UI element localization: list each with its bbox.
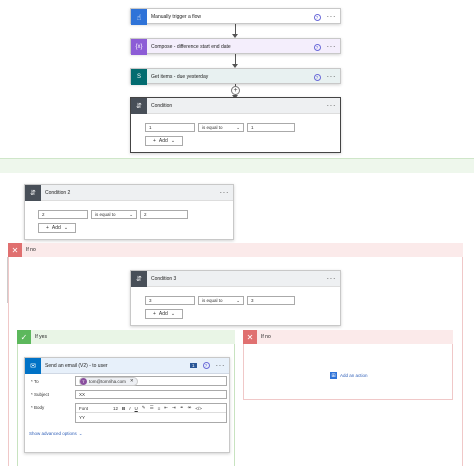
link-icon[interactable]: ⚭ (180, 405, 184, 411)
bullet-list-icon[interactable]: ☰ (150, 405, 154, 411)
body-value: YY (79, 415, 86, 420)
add-button[interactable]: + Add ⌄ (145, 136, 183, 146)
font-select[interactable]: Font (79, 406, 109, 411)
compose-title: Compose - difference start end date (151, 44, 231, 50)
add-action-icon: ⊞ (330, 372, 337, 379)
condition-icon: ⇵ (25, 184, 41, 201)
more-options-icon[interactable]: ··· (327, 43, 337, 51)
font-size-select[interactable]: 12 (113, 406, 118, 411)
condition-2-card[interactable]: ⇵ Condition 2 ··· 2 is equal to ⌄ 2 + Add… (24, 184, 234, 240)
check-icon: ✓ (17, 330, 31, 344)
to-label: * To (31, 379, 39, 384)
condition-icon: ⇵ (131, 97, 147, 114)
plus-icon: + (152, 138, 156, 144)
braces-icon: {x} (131, 39, 147, 55)
trigger-card[interactable]: ☝ Manually trigger a flow ? ··· (130, 8, 341, 25)
chevron-down-icon: ⌄ (170, 138, 176, 144)
body-label: * Body (31, 405, 45, 410)
outer-yes-area (0, 159, 474, 173)
hand-pointer-icon: ☝ (131, 9, 147, 25)
add-action-link[interactable]: ⊞ Add an action (330, 372, 368, 379)
outer-if-no-header[interactable]: ✕ If no (8, 243, 463, 257)
show-advanced-options-link[interactable]: Show advanced options ⌄ (29, 431, 83, 437)
plus-icon: + (45, 225, 49, 231)
pen-icon[interactable]: ✎ (142, 405, 146, 411)
add-action-label: Add an action (340, 373, 368, 378)
inner-if-no-label: If no (261, 334, 271, 340)
close-icon: ✕ (243, 330, 257, 344)
get-items-card[interactable]: S Get items - due yesterday ? ··· (130, 68, 341, 85)
info-badge[interactable]: 1 (189, 363, 197, 368)
more-options-icon[interactable]: ··· (327, 13, 337, 21)
unlink-icon[interactable]: ⚮ (188, 405, 192, 411)
condition-2-right-operand[interactable]: 2 (140, 210, 188, 219)
condition-2-left-operand[interactable]: 2 (38, 210, 88, 219)
more-options-icon[interactable]: ··· (216, 361, 226, 370)
condition-card[interactable]: ⇵ Condition ··· 1 is equal to ⌄ 1 + Add ⌄ (130, 97, 341, 153)
avatar: T (80, 377, 87, 385)
chevron-down-icon: ⌄ (236, 124, 240, 130)
send-email-title: Send an email (V2) - to user (45, 362, 108, 369)
condition-right-operand[interactable]: 1 (247, 123, 295, 132)
outer-left-rail (0, 257, 8, 303)
add-button[interactable]: + Add ⌄ (38, 223, 76, 233)
condition-2-operator-select[interactable]: is equal to ⌄ (91, 210, 137, 219)
condition-3-card[interactable]: ⇵ Condition 3 ··· 3 is equal to ⌄ 3 + Add… (130, 270, 341, 326)
chevron-down-icon: ⌄ (63, 225, 69, 231)
close-icon: ✕ (8, 243, 22, 257)
indent-icon[interactable]: ⇥ (172, 405, 176, 411)
condition-icon: ⇵ (131, 270, 147, 287)
condition-title: Condition (151, 102, 173, 109)
add-button[interactable]: + Add ⌄ (145, 309, 183, 319)
compose-card[interactable]: {x} Compose - difference start end date … (130, 38, 341, 55)
chevron-down-icon: ⌄ (236, 297, 240, 303)
recipient-chip[interactable]: T tom@tomriha.com ✕ (79, 376, 138, 386)
chevron-down-icon: ⌄ (170, 311, 176, 317)
condition-3-title: Condition 3 (151, 275, 177, 282)
sharepoint-icon: S (131, 69, 147, 85)
inner-if-yes-header[interactable]: ✓ If yes (17, 330, 235, 344)
trigger-title: Manually trigger a flow (151, 14, 202, 20)
more-options-icon[interactable]: ··· (220, 188, 230, 197)
help-icon[interactable]: ? (313, 73, 321, 81)
condition-3-operator-select[interactable]: is equal to ⌄ (198, 296, 244, 305)
code-view-icon[interactable]: </> (195, 406, 202, 411)
rich-text-toolbar: Font 12 B I U ✎ ☰ ≡ ⇤ ⇥ ⚭ ⚮ </> (76, 404, 226, 413)
subject-field[interactable]: XX (75, 390, 227, 399)
chevron-down-icon: ⌄ (129, 211, 133, 217)
italic-icon[interactable]: I (129, 406, 130, 411)
subject-label: * Subject (31, 392, 50, 397)
plus-icon: + (152, 311, 156, 317)
condition-operator-select[interactable]: is equal to ⌄ (198, 123, 244, 132)
chevron-down-icon: ⌄ (78, 431, 83, 436)
if-no-label: If no (26, 247, 36, 253)
condition-2-title: Condition 2 (45, 189, 71, 196)
underline-icon[interactable]: U (135, 406, 138, 411)
condition-3-right-operand[interactable]: 3 (247, 296, 295, 305)
if-yes-label: If yes (35, 334, 47, 340)
remove-chip-icon[interactable]: ✕ (130, 378, 134, 384)
send-email-card[interactable]: ✉ Send an email (V2) - to user 1 ? ··· *… (24, 357, 230, 453)
condition-left-operand[interactable]: 1 (145, 123, 195, 132)
body-editor[interactable]: Font 12 B I U ✎ ☰ ≡ ⇤ ⇥ ⚭ ⚮ </> YY (75, 403, 227, 423)
more-options-icon[interactable]: ··· (327, 274, 337, 283)
help-icon[interactable]: ? (202, 362, 210, 369)
recipient-email: tom@tomriha.com (89, 378, 126, 384)
inner-if-no-header[interactable]: ✕ If no (243, 330, 453, 344)
more-options-icon[interactable]: ··· (327, 73, 337, 81)
more-options-icon[interactable]: ··· (327, 101, 337, 110)
numbered-list-icon[interactable]: ≡ (158, 406, 161, 411)
outlook-icon: ✉ (25, 357, 41, 374)
to-field[interactable]: T tom@tomriha.com ✕ (75, 376, 227, 386)
help-icon[interactable]: ? (313, 43, 321, 51)
bold-icon[interactable]: B (122, 406, 125, 411)
condition-3-left-operand[interactable]: 3 (145, 296, 195, 305)
help-icon[interactable]: ? (313, 13, 321, 21)
outdent-icon[interactable]: ⇤ (164, 405, 168, 411)
get-items-title: Get items - due yesterday (151, 74, 209, 80)
insert-step-plus-icon[interactable]: + (231, 86, 240, 95)
